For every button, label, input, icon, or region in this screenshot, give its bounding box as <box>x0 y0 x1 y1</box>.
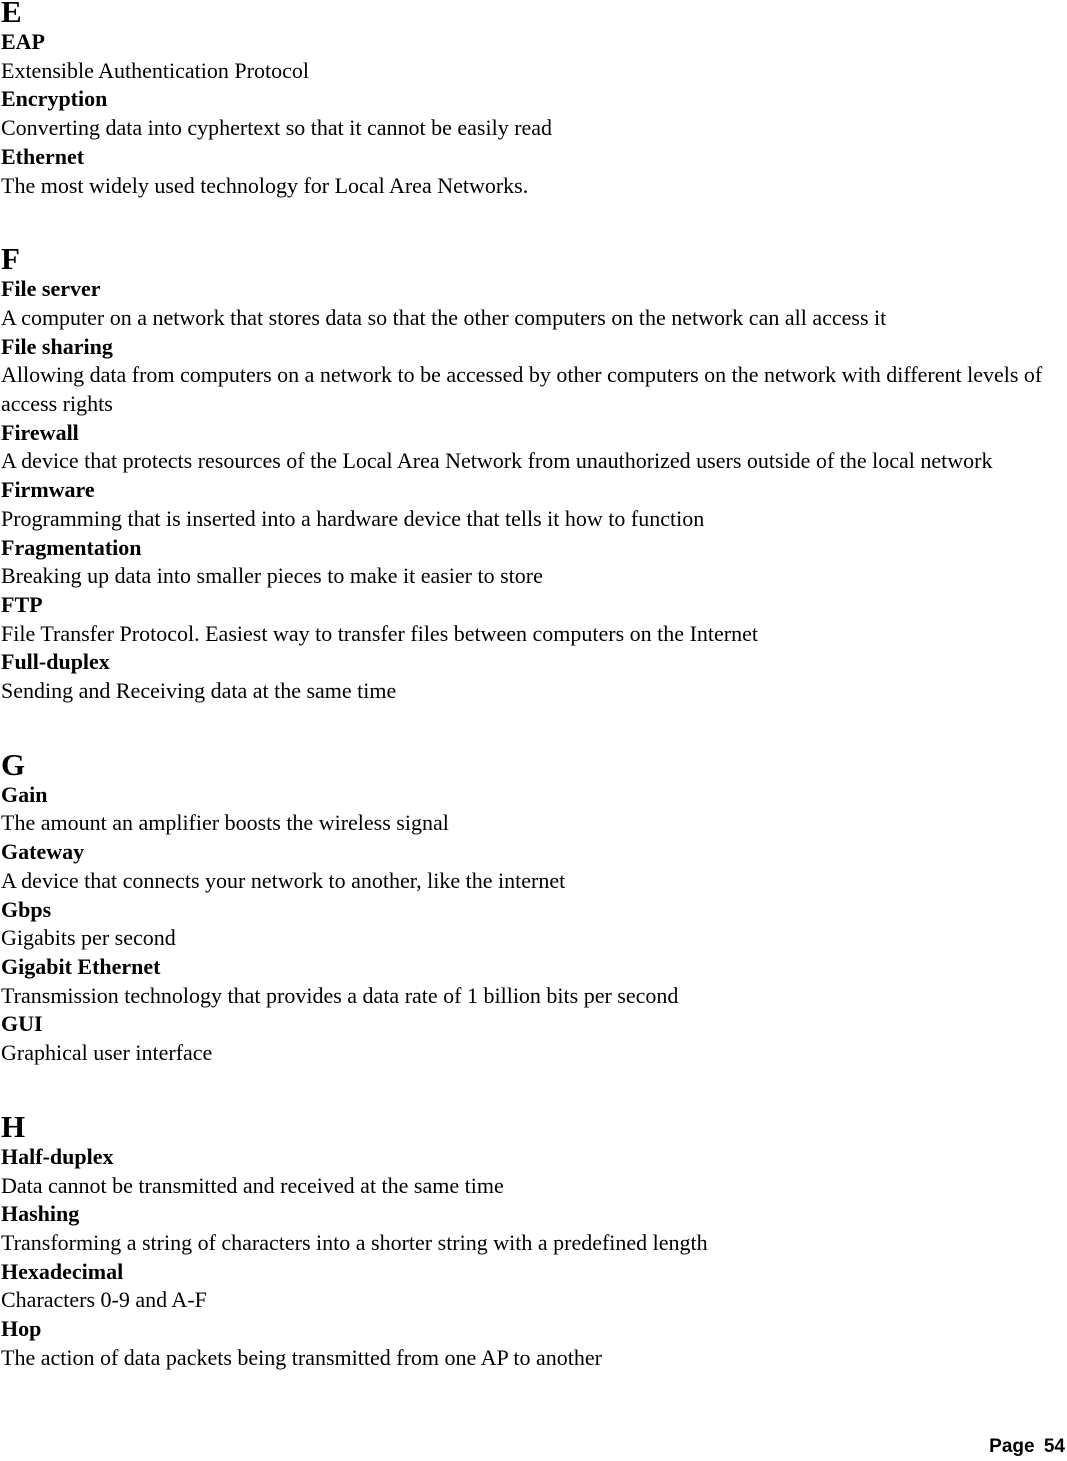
glossary-section: F File server A computer on a network that… <box>1 243 1067 706</box>
glossary-section: G Gain The amount an amplifier boosts the … <box>1 746 1067 1068</box>
glossary-definition: Converting data into cyphertext so that … <box>1 115 553 141</box>
glossary-definition: Transforming a string of characters into… <box>1 1229 708 1255</box>
section-letter-heading: F <box>1 241 20 277</box>
glossary-definition: Data cannot be transmitted and received … <box>1 1172 504 1198</box>
glossary-term: Full-duplex <box>1 649 110 675</box>
glossary-definition: Programming that is inserted into a hard… <box>1 505 705 531</box>
glossary-term: Gigabit Ethernet <box>1 953 161 979</box>
glossary-term: Half-duplex <box>1 1143 114 1169</box>
glossary-term: Firmware <box>1 477 95 503</box>
glossary-term: Gbps <box>1 896 52 922</box>
glossary-definition: Transmission technology that provides a … <box>1 982 679 1008</box>
glossary-definition: Characters 0-9 and A-F <box>1 1287 207 1313</box>
glossary-definition: The amount an amplifier boosts the wirel… <box>1 810 449 836</box>
glossary-term: FTP <box>1 591 43 617</box>
glossary-term: File sharing <box>1 333 113 359</box>
glossary-term: Fragmentation <box>1 534 142 560</box>
glossary-term: Firewall <box>1 419 79 445</box>
glossary-definition: A device that protects resources of the … <box>1 448 993 474</box>
glossary-definition: A device that connects your network to a… <box>1 867 566 893</box>
glossary-term: Ethernet <box>1 143 85 169</box>
glossary-definition: A computer on a network that stores data… <box>1 304 887 330</box>
glossary-term: Hexadecimal <box>1 1258 124 1284</box>
glossary-definition: Gigabits per second <box>1 925 176 951</box>
glossary-term: Gain <box>1 781 48 807</box>
section-letter-heading: H <box>1 1108 26 1144</box>
glossary-term: Gateway <box>1 839 85 865</box>
section-letter-heading: E <box>1 0 22 29</box>
glossary-definition: Allowing data from computers on a networ… <box>1 362 1043 417</box>
glossary-definition: The most widely used technology for Loca… <box>1 172 529 198</box>
glossary-definition: The action of data packets being transmi… <box>1 1344 602 1370</box>
glossary-term: Hashing <box>1 1201 80 1227</box>
glossary-definition: Breaking up data into smaller pieces to … <box>1 563 543 589</box>
glossary-term: Hop <box>1 1316 42 1342</box>
glossary-section: E EAP Extensible Authentication Protocol En… <box>1 0 1067 200</box>
glossary-term: Encryption <box>1 86 108 112</box>
section-letter-heading: G <box>1 746 26 782</box>
glossary-section: H Half-duplex Data cannot be transmitted a… <box>1 1108 1067 1373</box>
glossary-definition: Extensible Authentication Protocol <box>1 57 309 83</box>
glossary-page: E EAP Extensible Authentication Protocol En… <box>1 0 1067 1372</box>
glossary-definition: Graphical user interface <box>1 1040 213 1066</box>
glossary-term: EAP <box>1 29 45 54</box>
glossary-definition: File Transfer Protocol. Easiest way to t… <box>1 620 758 646</box>
glossary-definition: Sending and Receiving data at the same t… <box>1 678 397 704</box>
glossary-term: File server <box>1 276 101 302</box>
page-number: Page 54 <box>989 1436 1065 1457</box>
glossary-term: GUI <box>1 1011 43 1037</box>
